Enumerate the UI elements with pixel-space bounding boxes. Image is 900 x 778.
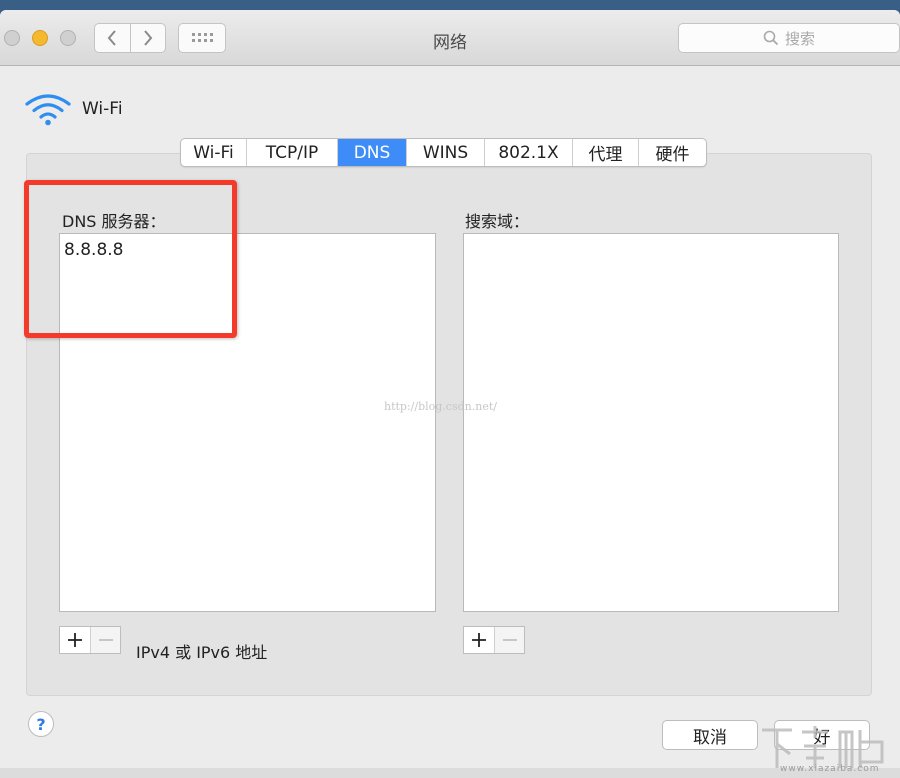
tab-8021x[interactable]: 802.1X xyxy=(485,139,573,166)
address-hint: IPv4 或 IPv6 地址 xyxy=(136,643,268,662)
watermark-site-url: www.xiazaiba.com xyxy=(780,764,880,774)
tab-dns[interactable]: DNS xyxy=(338,139,407,166)
search-domains-list[interactable] xyxy=(463,233,839,612)
tab-wifi[interactable]: Wi-Fi xyxy=(181,139,247,166)
minus-icon xyxy=(502,639,517,641)
tab-bar: Wi-Fi TCP/IP DNS WINS 802.1X 代理 硬件 xyxy=(180,138,707,167)
tab-wins[interactable]: WINS xyxy=(407,139,485,166)
search-placeholder: 搜索 xyxy=(784,29,815,48)
remove-search-domain-button[interactable] xyxy=(494,627,524,653)
service-name: Wi-Fi xyxy=(82,99,123,119)
add-dns-button[interactable] xyxy=(60,627,90,653)
plus-icon xyxy=(472,633,486,647)
watermark-url: http://blog.csdn.net/ xyxy=(384,400,497,413)
title-bar: 网络 搜索 xyxy=(0,10,900,66)
add-search-domain-button[interactable] xyxy=(464,627,494,653)
minus-icon xyxy=(98,639,113,641)
search-domain-plus-minus xyxy=(463,626,525,654)
annotation-highlight-box xyxy=(24,180,237,338)
search-domains-label: 搜索域： xyxy=(465,212,530,231)
tab-hardware[interactable]: 硬件 xyxy=(639,139,706,166)
site-logo-watermark xyxy=(762,726,884,770)
help-icon: ? xyxy=(36,714,46,734)
desktop-bottom-edge xyxy=(0,768,900,778)
plus-icon xyxy=(68,633,82,647)
tab-tcpip[interactable]: TCP/IP xyxy=(247,139,338,166)
dns-plus-minus xyxy=(59,626,121,654)
help-button[interactable]: ? xyxy=(28,711,54,737)
cancel-button[interactable]: 取消 xyxy=(662,720,758,750)
network-preferences-window: 网络 搜索 Wi-Fi Wi-Fi TCP/IP DNS WINS 802.1X… xyxy=(0,10,900,770)
wifi-icon xyxy=(25,94,71,126)
remove-dns-button[interactable] xyxy=(90,627,120,653)
search-icon xyxy=(763,30,779,46)
tab-proxy[interactable]: 代理 xyxy=(573,139,639,166)
service-header: Wi-Fi xyxy=(24,92,123,126)
search-input[interactable]: 搜索 xyxy=(678,23,900,53)
